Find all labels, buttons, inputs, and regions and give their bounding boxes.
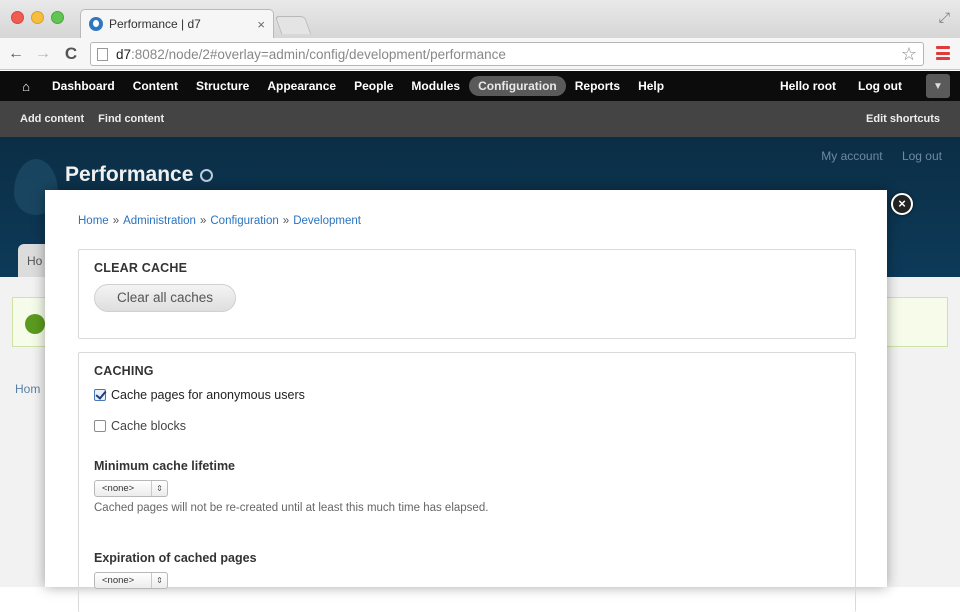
logout-link[interactable]: Log out: [858, 79, 902, 93]
status-check-icon: [25, 314, 45, 334]
min-cache-lifetime-description: Cached pages will not be re-created unti…: [94, 502, 489, 514]
reload-icon[interactable]: C: [61, 44, 81, 64]
cache-blocks-checkbox[interactable]: [94, 420, 106, 432]
admin-menu-people[interactable]: People: [345, 76, 402, 96]
overlay-close-icon[interactable]: ×: [891, 193, 913, 215]
url-path: :8082/node/2#overlay=admin/config/develo…: [131, 46, 506, 62]
secondary-logout-link[interactable]: Log out: [902, 149, 942, 163]
address-bar[interactable]: d7 :8082/node/2#overlay=admin/config/dev…: [90, 42, 924, 66]
close-window-button[interactable]: [11, 11, 24, 24]
home-icon[interactable]: ⌂: [15, 79, 37, 94]
shortcut-find-content[interactable]: Find content: [98, 113, 164, 125]
admin-toolbar: ⌂ Dashboard Content Structure Appearance Peo…: [0, 71, 960, 101]
select-arrows-icon: ⇕: [151, 573, 167, 588]
min-cache-lifetime-label: Minimum cache lifetime: [94, 459, 236, 473]
shortcut-star-icon[interactable]: [200, 169, 213, 182]
browser-menu-icon[interactable]: [936, 46, 950, 60]
min-cache-lifetime-value: <none>: [102, 483, 135, 494]
forward-arrow-icon[interactable]: →: [33, 44, 53, 64]
admin-menu-help[interactable]: Help: [629, 76, 673, 96]
admin-menu-configuration[interactable]: Configuration: [469, 76, 566, 96]
browser-toolbar: ← → C d7 :8082/node/2#overlay=admin/conf…: [0, 38, 960, 70]
browser-titlebar: Performance | d7 × ⤢: [0, 0, 960, 38]
admin-menu-content[interactable]: Content: [124, 76, 187, 96]
user-greeting-link[interactable]: Hello root: [780, 79, 836, 93]
overlay-dialog: Home» Administration» Configuration» Develo…: [45, 190, 887, 612]
minimize-window-button[interactable]: [31, 11, 44, 24]
clear-all-caches-button[interactable]: Clear all caches: [94, 284, 236, 312]
back-arrow-icon[interactable]: ←: [6, 44, 26, 64]
cache-pages-option[interactable]: Cache pages for anonymous users: [94, 388, 305, 402]
zoom-window-button[interactable]: [51, 11, 64, 24]
breadcrumb-development[interactable]: Development: [293, 215, 361, 227]
clear-cache-fieldset: CLEAR CACHE Clear all caches: [78, 249, 856, 339]
tab-close-icon[interactable]: ×: [257, 17, 265, 32]
cache-blocks-option[interactable]: Cache blocks: [94, 419, 186, 433]
cache-pages-label: Cache pages for anonymous users: [111, 388, 305, 402]
my-account-link[interactable]: My account: [821, 149, 882, 163]
page-icon: [97, 47, 108, 61]
breadcrumb-separator: »: [112, 215, 120, 227]
admin-menu-dashboard[interactable]: Dashboard: [43, 76, 124, 96]
admin-menu-appearance[interactable]: Appearance: [258, 76, 345, 96]
browser-tab-performance[interactable]: Performance | d7 ×: [80, 9, 274, 38]
admin-menu-structure[interactable]: Structure: [187, 76, 258, 96]
select-arrows-icon: ⇕: [151, 481, 167, 496]
drupal-favicon-icon: [89, 17, 103, 31]
toggle-shortcuts-icon[interactable]: ▼: [926, 74, 950, 98]
background-breadcrumb: Hom: [15, 382, 41, 396]
admin-user-menu: Hello root Log out ▼: [780, 74, 960, 98]
cache-pages-checkbox[interactable]: [94, 389, 106, 401]
breadcrumb-home[interactable]: Home: [78, 215, 109, 227]
url-host: d7: [116, 46, 132, 62]
breadcrumb-administration[interactable]: Administration: [123, 215, 196, 227]
cache-blocks-label: Cache blocks: [111, 419, 187, 433]
page-title: Performance: [65, 163, 194, 186]
fullscreen-icon[interactable]: ⤢: [939, 9, 950, 26]
expiration-select[interactable]: <none> ⇕: [94, 572, 168, 589]
breadcrumb-separator: »: [282, 215, 290, 227]
edit-shortcuts-link[interactable]: Edit shortcuts: [866, 113, 940, 125]
expiration-value: <none>: [102, 575, 135, 586]
caching-fieldset: CACHING Cache pages for anonymous users …: [78, 352, 856, 612]
new-tab-button[interactable]: [274, 16, 312, 34]
breadcrumb-configuration[interactable]: Configuration: [210, 215, 278, 227]
clear-cache-legend: CLEAR CACHE: [94, 261, 188, 275]
bookmark-star-icon[interactable]: ☆: [901, 44, 917, 65]
admin-menu-reports[interactable]: Reports: [566, 76, 629, 96]
min-cache-lifetime-select[interactable]: <none> ⇕: [94, 480, 168, 497]
caching-legend: CACHING: [94, 364, 154, 378]
expiration-label: Expiration of cached pages: [94, 551, 257, 565]
admin-menu: Dashboard Content Structure Appearance Peopl…: [43, 76, 673, 96]
shortcut-bar: Add content Find content Edit shortcuts: [0, 101, 960, 137]
breadcrumb-separator: »: [199, 215, 207, 227]
tab-title: Performance | d7: [109, 17, 201, 31]
breadcrumb: Home» Administration» Configuration» Develo…: [78, 215, 361, 227]
admin-menu-modules[interactable]: Modules: [402, 76, 469, 96]
shortcut-add-content[interactable]: Add content: [20, 113, 84, 125]
secondary-links: My account Log out: [821, 149, 942, 163]
